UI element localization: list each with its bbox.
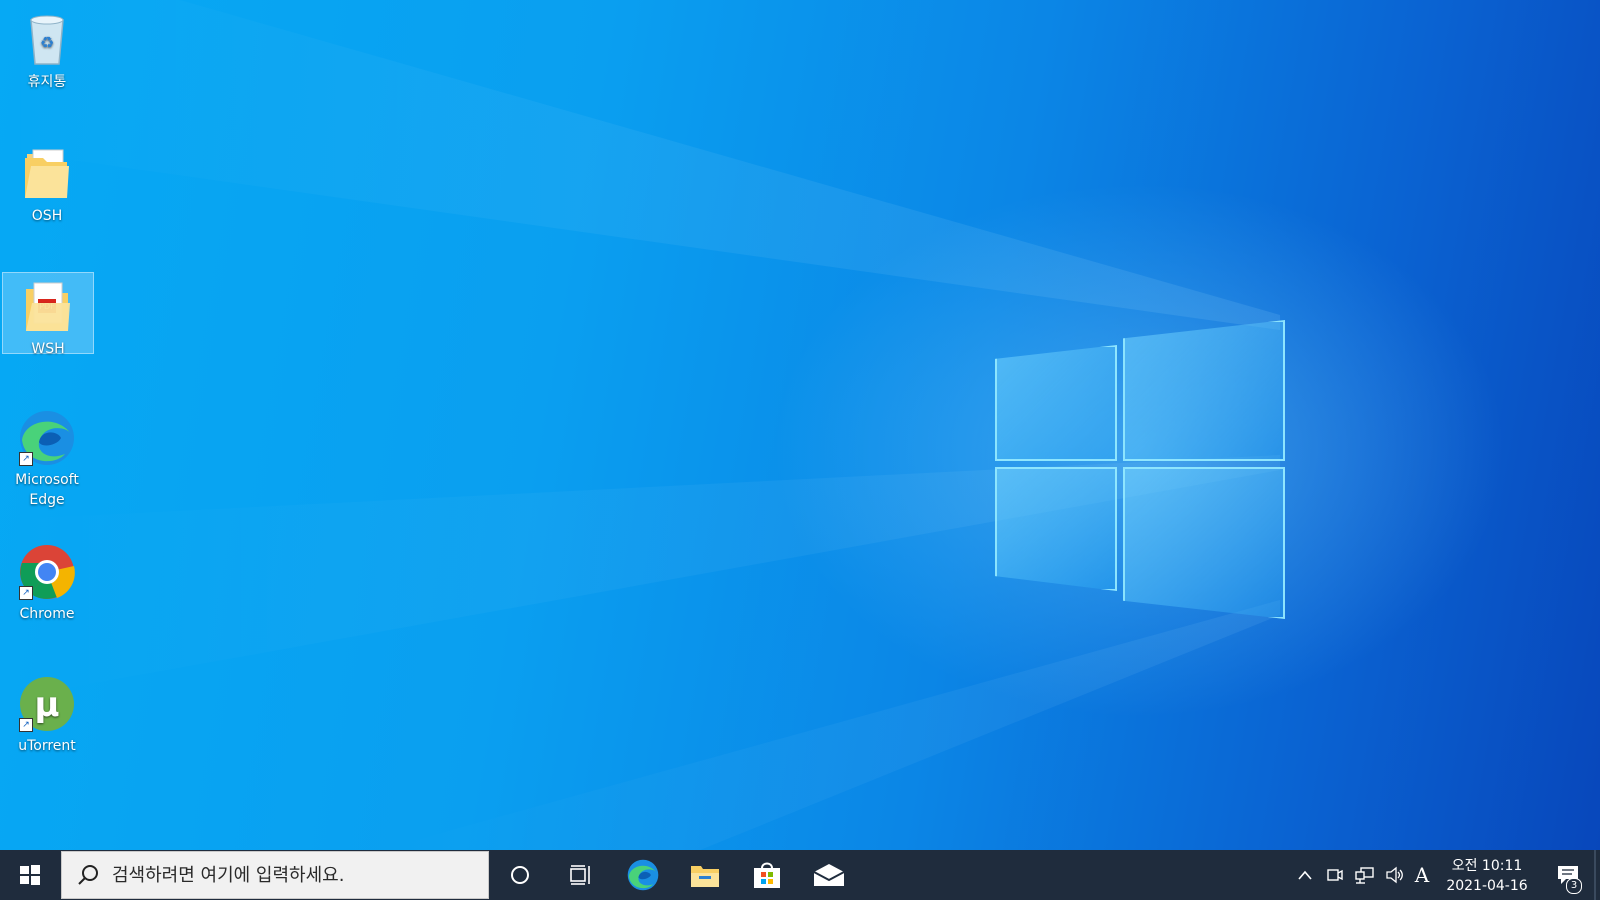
taskbar-edge-button[interactable] (613, 850, 673, 900)
pdf-folder-icon: PDF (18, 277, 78, 337)
start-icon (20, 865, 40, 885)
logo-pane-top-left (995, 345, 1117, 461)
edge-icon (627, 859, 659, 891)
mail-icon (813, 864, 845, 886)
tray-meet-now-button[interactable] (1322, 850, 1348, 900)
start-button[interactable] (0, 850, 60, 900)
windows-logo (995, 320, 1285, 619)
logo-pane-bottom-left (995, 467, 1117, 591)
show-hidden-icons-button[interactable] (1292, 850, 1318, 900)
tray-volume-button[interactable] (1382, 850, 1408, 900)
chrome-icon: ↗ (17, 542, 77, 602)
speaker-icon (1386, 866, 1403, 884)
taskbar-search-box[interactable] (61, 851, 489, 899)
clock-time: 오전 10:11 (1451, 858, 1523, 874)
desktop-icon-utorrent[interactable]: µ ↗ uTorrent (2, 670, 92, 756)
desktop-icon-chrome[interactable]: ↗ Chrome (2, 538, 92, 624)
network-icon (1355, 867, 1374, 884)
desktop-icon-recycle-bin[interactable]: ♻ 휴지통 (2, 6, 92, 92)
desktop-icon-label: uTorrent (18, 738, 76, 754)
camera-icon (1327, 869, 1343, 881)
task-view-icon (570, 865, 590, 885)
taskbar-mail-button[interactable] (799, 850, 859, 900)
task-view-button[interactable] (550, 850, 610, 900)
edge-icon: ↗ (17, 408, 77, 468)
shortcut-arrow-icon: ↗ (19, 586, 33, 600)
svg-text:♻: ♻ (40, 33, 54, 52)
shortcut-arrow-icon: ↗ (19, 452, 33, 466)
desktop: ♻ 휴지통 OSH PDF WSH (0, 0, 1600, 850)
cortana-button[interactable] (490, 850, 550, 900)
chevron-up-icon (1298, 870, 1312, 880)
input-indicator[interactable]: A (1410, 850, 1434, 900)
input-indicator-label: A (1414, 863, 1430, 887)
desktop-icon-microsoft-edge[interactable]: ↗ Microsoft Edge (2, 404, 92, 510)
show-desktop-button[interactable] (1594, 850, 1596, 900)
svg-text:µ: µ (34, 685, 59, 725)
file-explorer-icon (691, 866, 719, 887)
recycle-bin-icon: ♻ (17, 10, 77, 70)
folder-icon (17, 144, 77, 204)
desktop-icon-label: WSH (31, 341, 65, 357)
notification-count-badge: 3 (1566, 878, 1582, 894)
cortana-icon (511, 866, 529, 884)
desktop-icon-label: Chrome (19, 606, 75, 622)
taskbar-file-explorer-button[interactable] (675, 850, 735, 900)
desktop-icon-wsh-folder[interactable]: PDF WSH (2, 272, 94, 357)
taskbar-store-button[interactable] (737, 850, 797, 900)
search-icon (78, 865, 98, 885)
clock-date: 2021-04-16 (1446, 878, 1528, 894)
search-input[interactable] (110, 863, 474, 887)
tray-network-button[interactable] (1352, 850, 1378, 900)
taskbar: A 오전 10:11 2021-04-16 3 (0, 850, 1600, 900)
logo-pane-top-right (1123, 320, 1285, 461)
desktop-icon-label: OSH (31, 208, 63, 224)
utorrent-icon: µ ↗ (17, 674, 77, 734)
shortcut-arrow-icon: ↗ (19, 718, 33, 732)
desktop-icon-label: 휴지통 (27, 74, 67, 90)
desktop-icon-osh-folder[interactable]: OSH (2, 140, 92, 226)
taskbar-clock[interactable]: 오전 10:11 2021-04-16 (1432, 856, 1542, 896)
store-icon (754, 862, 780, 888)
desktop-icon-label: Microsoft Edge (15, 472, 79, 508)
wallpaper-light-beams (0, 0, 1280, 850)
logo-pane-bottom-right (1123, 467, 1285, 619)
